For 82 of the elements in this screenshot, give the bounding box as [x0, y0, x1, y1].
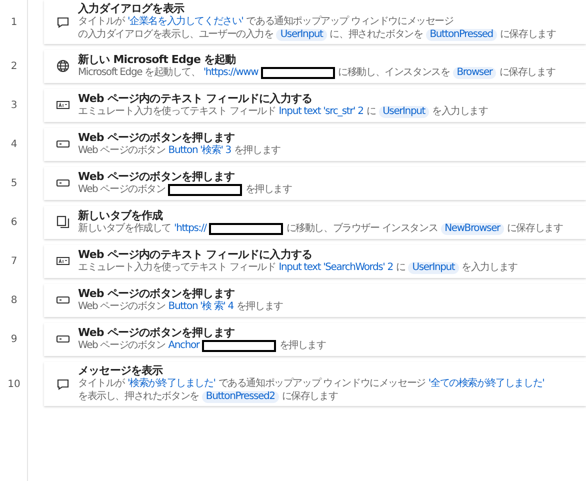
description-text: の入力ダイアログを表示し、ユーザーの入力を [78, 29, 274, 41]
description-text: に保存します [282, 391, 338, 403]
action-card[interactable]: メッセージを表示 タイトルが '検索が終了しました' である通知ポップアップ ウィンドウにメッセージ '全ての検索が終了しました' を表示し、押されたボタンを ButtonPressed2 に保存します [44, 362, 586, 406]
description-text: エミュレート入力を使ってテキスト フィールド [78, 262, 276, 274]
description-text: タイトルが [78, 378, 125, 390]
description-text: を押します [245, 184, 292, 196]
action-card[interactable]: Web ページ内のテキスト フィールドに入力する エミュレート入力を使ってテキスト フィールド Input text 'SearchWords' 2 に UserInput を入力します [44, 245, 586, 278]
description-text: である通知ポップアップ ウィンドウにメッセージ [246, 16, 454, 28]
parameter-value: Input text 'src_str' 2 [278, 106, 364, 118]
description-text: に [396, 262, 406, 274]
action-card[interactable]: 新しい Microsoft Edge を起動 Microsoft Edge を起動して、 'https://www に移動し、インスタンスを Browser に保存します [44, 50, 586, 83]
parameter-value: '企業名を入力してください' [128, 16, 244, 28]
description-text: Microsoft Edge を起動して、 [78, 67, 200, 79]
description-text: エミュレート入力を使ってテキスト フィールド [78, 106, 276, 118]
parameter-value: '検索が終了しました' [128, 378, 216, 390]
description-text: を入力します [432, 106, 488, 118]
parameter-value: Anchor [168, 340, 200, 352]
parameter-value: '全ての検索が終了しました' [428, 378, 544, 390]
line-number: 9 [10, 334, 18, 345]
speech-bubble-icon [56, 376, 70, 390]
description-text: Web ページのボタン [78, 145, 166, 157]
action-title: Web ページ内のテキスト フィールドに入力する [78, 92, 314, 105]
action-card[interactable]: 入力ダイアログを表示 タイトルが '企業名を入力してください' である通知ポップアップ ウィンドウにメッセージ の入力ダイアログを表示し、ユーザーの入力を UserInput に、押されたボタンを ButtonPressed に保存します [44, 0, 586, 44]
text-field-icon [56, 254, 70, 268]
variable-tag: UserInput [378, 106, 429, 118]
action-title: メッセージを表示 [78, 364, 164, 377]
variable-tag: ButtonPressed [426, 29, 497, 41]
parameter-value: 'https://www [203, 67, 258, 79]
globe-icon [56, 59, 70, 73]
line-number: 4 [10, 139, 18, 150]
action-card[interactable]: Web ページのボタンを押します Web ページのボタン を押します [44, 167, 586, 200]
action-card[interactable]: Web ページのボタンを押します Web ページのボタン Button '検索' 3 を押します [44, 128, 586, 161]
variable-tag: Browser [452, 67, 496, 79]
description-text: 新しいタブを作成して [78, 223, 172, 235]
action-card[interactable]: Web ページのボタンを押します Web ページのボタン Anchor を押します [44, 323, 586, 356]
description-text: に保存します [506, 223, 563, 235]
parameter-value: Button '検 索' 4 [168, 301, 234, 313]
description-text: を押します [236, 301, 283, 313]
action-card[interactable]: Web ページ内のテキスト フィールドに入力する エミュレート入力を使ってテキスト フィールド Input text 'src_str' 2 に UserInput を入力します [44, 89, 586, 122]
action-title: Web ページのボタンを押します [78, 170, 236, 183]
variable-tag: UserInput [276, 29, 327, 41]
text-field-icon [56, 98, 70, 112]
variable-tag: NewBrowser [440, 223, 504, 235]
description-text: Web ページのボタン [78, 301, 166, 313]
action-card[interactable]: 新しいタブを作成 新しいタブを作成して 'https:// に移動し、ブラウザー インスタンス NewBrowser に保存します [44, 206, 586, 239]
parameter-value: 'https:// [174, 223, 206, 235]
action-title: 新しいタブを作成 [78, 209, 164, 222]
description-text: を入力します [462, 262, 518, 274]
action-card[interactable]: Web ページのボタンを押します Web ページのボタン Button '検 索' 4 を押します [44, 284, 586, 317]
description-text: に移動し、インスタンスを [338, 67, 450, 79]
action-title: Web ページのボタンを押します [78, 326, 236, 339]
parameter-value: Button '検索' 3 [168, 145, 231, 157]
description-text: に、押されたボタンを [330, 29, 423, 41]
description-text: タイトルが [78, 16, 125, 28]
action-title: 新しい Microsoft Edge を起動 [78, 53, 237, 66]
variable-tag: UserInput [408, 262, 459, 274]
action-title: Web ページのボタンを押します [78, 287, 236, 300]
description-text: を表示し、押されたボタンを [78, 391, 199, 403]
line-number: 2 [10, 61, 18, 72]
action-title: Web ページ内のテキスト フィールドに入力する [78, 248, 314, 261]
line-number: 10 [6, 378, 22, 390]
description-text: Web ページのボタン [78, 184, 166, 196]
line-number: 7 [10, 256, 18, 267]
line-number: 8 [10, 295, 18, 306]
description-text: Web ページのボタン [78, 340, 166, 352]
line-number: 6 [10, 217, 18, 228]
description-text: に [366, 106, 376, 118]
description-text: を押します [279, 340, 326, 352]
line-number: 1 [10, 16, 18, 28]
line-number: 5 [10, 178, 18, 189]
description-text: に移動し、ブラウザー インスタンス [286, 223, 438, 235]
description-text: に保存します [500, 29, 556, 41]
variable-tag: ButtonPressed2 [202, 391, 279, 403]
copy-icon [56, 215, 70, 229]
line-number: 3 [10, 100, 18, 111]
action-title: Web ページのボタンを押します [78, 131, 236, 144]
speech-bubble-icon [56, 14, 70, 28]
action-title: 入力ダイアログを表示 [78, 2, 186, 15]
description-text: を押します [234, 145, 280, 157]
parameter-value: Input text 'SearchWords' 2 [278, 262, 393, 274]
description-text: である通知ポップアップ ウィンドウにメッセージ [218, 378, 426, 390]
description-text: に保存します [499, 67, 556, 79]
